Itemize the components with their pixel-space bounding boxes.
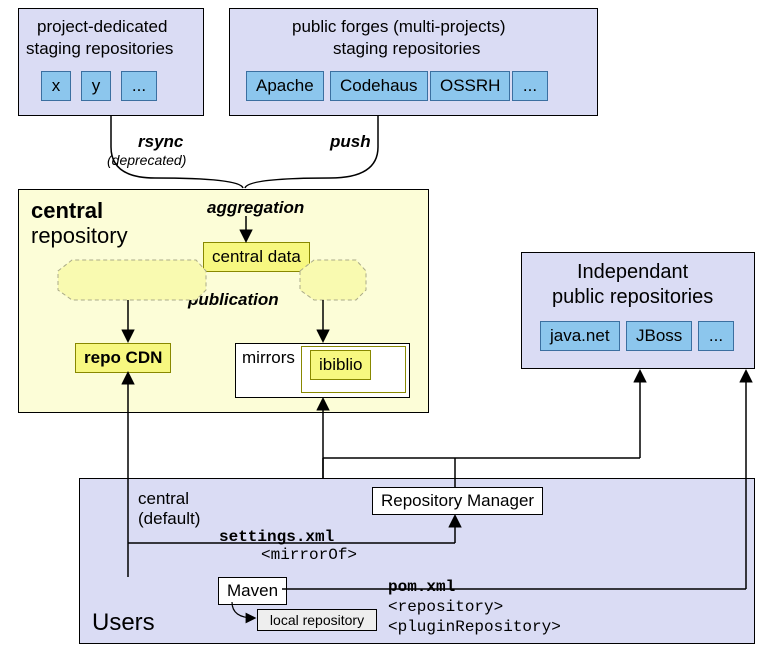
independent-line1: Independant bbox=[577, 261, 688, 284]
independent-item-jboss: JBoss bbox=[626, 321, 692, 351]
public-forges-line1: public forges (multi-projects) bbox=[292, 17, 506, 37]
push-label: push bbox=[330, 132, 371, 152]
local-repository-box: local repository bbox=[257, 609, 377, 631]
mirrors-label: mirrors bbox=[242, 348, 295, 368]
settings-xml-label: settings.xml bbox=[219, 528, 334, 546]
publication-label: publication bbox=[188, 290, 279, 310]
rsync-deprecated-label: (deprecated) bbox=[107, 152, 186, 168]
plugin-repository-tag-label: <pluginRepository> bbox=[388, 618, 561, 636]
project-dedicated-line2: staging repositories bbox=[26, 39, 173, 59]
users-central-label: central bbox=[138, 489, 189, 509]
project-item-y: y bbox=[81, 71, 111, 101]
independent-repos-box: Independant public repositories java.net… bbox=[521, 252, 755, 369]
repo-cdn-box: repo CDN bbox=[75, 343, 171, 373]
forge-item-apache: Apache bbox=[246, 71, 324, 101]
users-default-label: (default) bbox=[138, 509, 200, 529]
central-title2: repository bbox=[31, 223, 128, 249]
repository-tag-label: <repository> bbox=[388, 598, 503, 616]
maven-box: Maven bbox=[218, 577, 287, 605]
project-item-more: ... bbox=[121, 71, 157, 101]
project-item-x: x bbox=[41, 71, 71, 101]
central-title: central bbox=[31, 198, 103, 224]
mirrorof-label: <mirrorOf> bbox=[261, 546, 357, 564]
index-label: index bbox=[318, 272, 354, 289]
users-title: Users bbox=[92, 609, 155, 637]
forge-item-codehaus: Codehaus bbox=[330, 71, 428, 101]
public-forges-line2: staging repositories bbox=[333, 39, 480, 59]
project-dedicated-line1: project-dedicated bbox=[37, 17, 167, 37]
forge-item-ossrh: OSSRH bbox=[430, 71, 510, 101]
public-forges-staging-box: public forges (multi-projects) staging r… bbox=[229, 8, 598, 116]
mirrors-inner-border bbox=[301, 346, 406, 393]
forge-item-more: ... bbox=[512, 71, 548, 101]
independent-item-javanet: java.net bbox=[540, 321, 620, 351]
repository-manager-box: Repository Manager bbox=[372, 487, 543, 515]
archetype-catalog-label: archetype catalog bbox=[68, 272, 186, 289]
aggregation-label: aggregation bbox=[207, 198, 304, 218]
pom-xml-label: pom.xml bbox=[388, 578, 455, 596]
rsync-label: rsync bbox=[138, 132, 183, 152]
independent-line2: public repositories bbox=[552, 286, 713, 309]
central-data-box: central data bbox=[203, 242, 310, 272]
project-dedicated-staging-box: project-dedicated staging repositories x… bbox=[18, 8, 204, 116]
independent-item-more: ... bbox=[698, 321, 734, 351]
